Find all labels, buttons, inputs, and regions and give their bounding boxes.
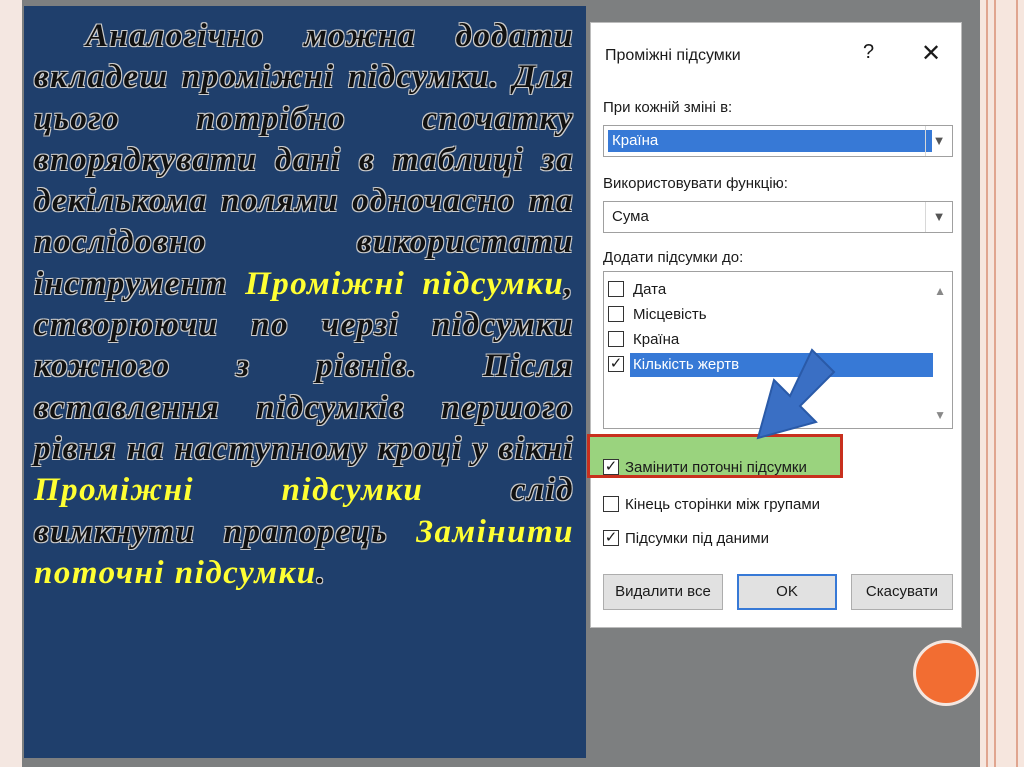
group-by-select[interactable]: Країна ▼ [603, 125, 953, 157]
chevron-down-icon[interactable]: ▼ [925, 202, 952, 232]
slide-paragraph: Аналогічно можна додати вкладеш проміжні… [34, 16, 574, 594]
function-label: Використовувати функцію: [603, 175, 788, 192]
checkbox[interactable] [608, 306, 624, 322]
checkbox[interactable] [603, 496, 619, 512]
scroll-down-icon[interactable]: ▼ [934, 408, 946, 422]
checkbox-checked[interactable]: ✓ [603, 459, 619, 475]
function-value: Сума [612, 208, 649, 225]
remove-all-button[interactable]: Видалити все [603, 574, 723, 610]
highlight-subtotals-2: Проміжні підсумки [34, 472, 424, 509]
slide-text-panel: Аналогічно можна додати вкладеш проміжні… [24, 6, 586, 758]
cancel-button[interactable]: Скасувати [851, 574, 953, 610]
subtotals-dialog: Проміжні підсумки ? ✕ При кожній зміні в… [587, 22, 962, 628]
group-by-label: При кожній зміні в: [603, 99, 733, 116]
replace-current-label: Замінити поточні підсумки [625, 459, 807, 476]
checkbox-checked[interactable]: ✓ [608, 356, 624, 372]
list-item-location[interactable]: Місцевість [608, 303, 928, 327]
decorative-right-strip [980, 0, 1024, 767]
checkbox[interactable] [608, 331, 624, 347]
add-to-label: Додати підсумки до: [603, 249, 744, 266]
text-part-4: . [316, 554, 327, 591]
list-item-label: Місцевість [633, 306, 707, 323]
pointer-arrow-icon [756, 348, 836, 440]
group-by-value: Країна [608, 130, 932, 152]
help-icon[interactable]: ? [863, 41, 874, 64]
page-break-label: Кінець сторінки між групами [625, 496, 821, 513]
text-part-1: Аналогічно можна додати вкладеш проміжні… [34, 18, 574, 302]
highlight-subtotals-1: Проміжні підсумки [245, 265, 565, 302]
checkbox[interactable] [608, 281, 624, 297]
scroll-up-icon[interactable]: ▲ [934, 284, 946, 298]
function-select[interactable]: Сума ▼ [603, 201, 953, 233]
list-item-label: Країна [633, 331, 680, 348]
checkbox-checked[interactable]: ✓ [603, 530, 619, 546]
close-icon[interactable]: ✕ [921, 39, 941, 68]
summary-below-label: Підсумки під даними [625, 530, 769, 547]
orange-circle-decoration [916, 643, 976, 703]
strip-line [994, 0, 996, 767]
strip-line [986, 0, 988, 767]
ok-button[interactable]: OK [737, 574, 837, 610]
list-item-date[interactable]: Дата [608, 278, 928, 302]
list-item-label: Дата [633, 281, 667, 298]
strip-line [1016, 0, 1018, 767]
chevron-down-icon[interactable]: ▼ [925, 126, 952, 156]
dialog-title: Проміжні підсумки [605, 47, 741, 64]
